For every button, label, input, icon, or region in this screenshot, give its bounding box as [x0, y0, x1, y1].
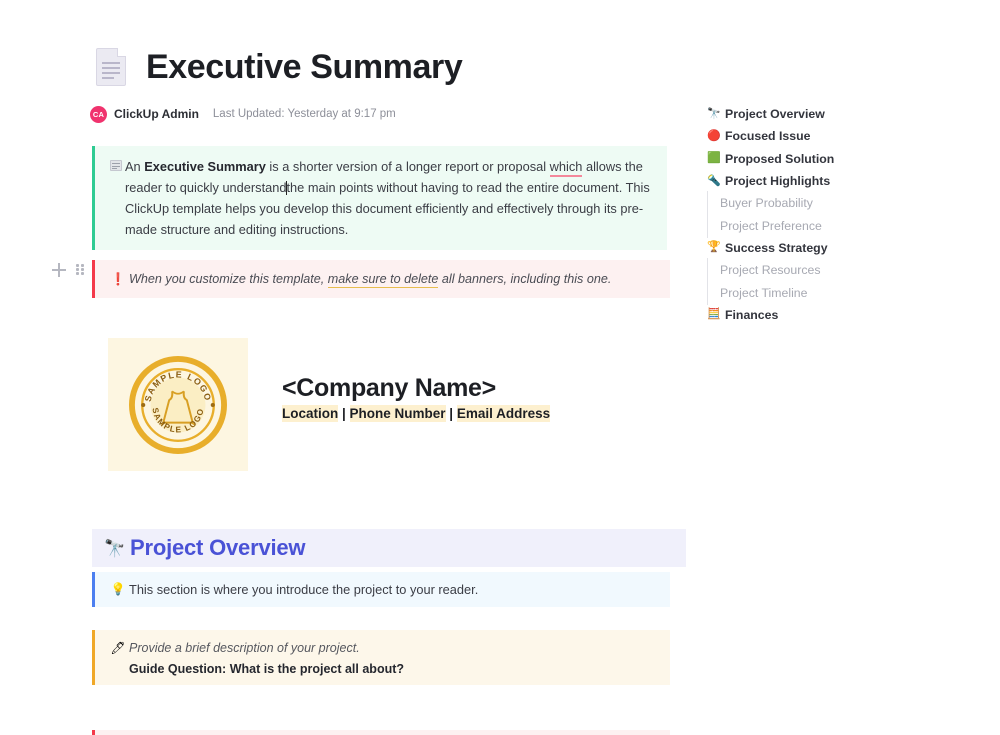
document-page-icon — [96, 48, 126, 86]
sample-logo-badge: SAMPLE LOGO SAMPLE LOGO — [129, 355, 227, 454]
toc-item-label: Buyer Probability — [720, 196, 813, 211]
document-page: Executive Summary CA ClickUp Admin Last … — [0, 0, 1000, 735]
toc-item-label: Focused Issue — [725, 129, 811, 144]
toc-item-label: Proposed Solution — [725, 151, 835, 166]
note-card-icon — [107, 156, 125, 175]
company-phone: Phone Number — [349, 404, 446, 422]
logo-image-block[interactable]: SAMPLE LOGO SAMPLE LOGO — [108, 338, 248, 471]
toc-item-project-highlights[interactable]: 🔦 Project Highlights — [707, 170, 957, 192]
toc-item-finances[interactable]: 🧮 Finances — [707, 304, 957, 326]
plus-icon[interactable] — [52, 263, 66, 277]
toc-item-label: Project Highlights — [725, 174, 831, 189]
lightbulb-icon: 💡 — [110, 582, 126, 596]
telescope-icon: 🔭 — [104, 538, 126, 558]
green-banner-text[interactable]: An Executive Summary is a shorter versio… — [125, 156, 653, 240]
toc-item-label: Finances — [725, 307, 779, 322]
exclamation-icon: ❗ — [110, 271, 126, 286]
toc-item-label: Project Overview — [725, 107, 825, 122]
green-bold-term: Executive Summary — [144, 159, 266, 174]
pink-underlined-phrase: make sure to delete — [327, 272, 439, 288]
page-title[interactable]: Executive Summary — [146, 50, 463, 84]
company-sep-2: | — [445, 405, 457, 421]
toc-item-label: Project Timeline — [720, 285, 808, 300]
byline: CA ClickUp Admin Last Updated: Yesterday… — [90, 105, 396, 123]
toc-item-label: Project Preference — [720, 218, 822, 233]
pink-text-1: When you customize this template, — [129, 272, 328, 286]
drag-handle-icon[interactable] — [76, 264, 84, 276]
block-gutter-controls — [52, 263, 84, 277]
blue-tip-banner[interactable]: 💡 This section is where you introduce th… — [92, 572, 670, 607]
pink-warning-banner[interactable]: ❗ When you customize this template, make… — [92, 260, 670, 298]
toc-item-project-resources[interactable]: Project Resources — [707, 258, 957, 283]
toc-item-label: Project Resources — [720, 263, 821, 278]
toc-item-project-timeline[interactable]: Project Timeline — [707, 280, 957, 305]
next-banner-partial[interactable] — [92, 730, 670, 735]
yellow-guide-question: Guide Question: What is the project all … — [129, 662, 405, 676]
last-updated-text: Last Updated: Yesterday at 9:17 pm — [212, 108, 396, 120]
company-sep-1: | — [338, 405, 350, 421]
toc-item-buyer-probability[interactable]: Buyer Probability — [707, 191, 957, 216]
green-text-1: An — [125, 159, 145, 174]
toc-item-success-strategy[interactable]: 🏆 Success Strategy — [707, 237, 957, 259]
green-text-2: is a shorter version of a longer report … — [265, 159, 550, 174]
trophy-icon: 🏆 — [707, 241, 721, 254]
toc-item-project-overview[interactable]: 🔭 Project Overview — [707, 103, 957, 125]
company-name[interactable]: <Company Name> — [282, 374, 682, 403]
toc-item-label: Success Strategy — [725, 240, 828, 255]
table-of-contents: 🔭 Project Overview 🔴 Focused Issue 🟩 Proposed… — [707, 103, 957, 326]
green-info-banner[interactable]: An Executive Summary is a shorter versio… — [92, 146, 667, 250]
company-contact-line[interactable]: Location | Phone Number | Email Address — [282, 404, 682, 422]
pink-banner-text[interactable]: When you customize this template, make s… — [129, 271, 656, 288]
toc-item-proposed-solution[interactable]: 🟩 Proposed Solution — [707, 148, 957, 170]
toc-item-focused-issue[interactable]: 🔴 Focused Issue — [707, 125, 957, 147]
company-info-block: <Company Name> Location | Phone Number |… — [282, 374, 682, 422]
spellcheck-underlined-word: which — [549, 159, 583, 177]
company-email: Email Address — [456, 404, 551, 422]
red-circle-icon: 🔴 — [707, 129, 721, 142]
yellow-instruction-line: Provide a brief description of your proj… — [129, 641, 360, 655]
abacus-icon: 🧮 — [707, 308, 721, 321]
section-heading-text: Project Overview — [130, 535, 306, 560]
author-name[interactable]: ClickUp Admin — [114, 107, 199, 121]
green-square-icon: 🟩 — [707, 152, 721, 165]
telescope-icon: 🔭 — [707, 107, 721, 120]
yellow-guide-banner[interactable]: 🖊 Provide a brief description of your pr… — [92, 630, 670, 685]
document-body: Executive Summary CA ClickUp Admin Last … — [0, 0, 700, 735]
toc-item-project-preference[interactable]: Project Preference — [707, 213, 957, 239]
pink-text-2: all banners, including this one. — [438, 272, 612, 286]
yellow-banner-text[interactable]: Provide a brief description of your proj… — [129, 639, 656, 679]
pen-icon: 🖊 — [110, 641, 126, 655]
company-location: Location — [282, 404, 339, 422]
flashlight-icon: 🔦 — [707, 174, 721, 187]
blue-banner-text[interactable]: This section is where you introduce the … — [129, 582, 656, 598]
avatar[interactable]: CA — [90, 105, 107, 123]
section-heading-project-overview[interactable]: 🔭 Project Overview — [92, 529, 686, 567]
title-row: Executive Summary — [96, 48, 463, 86]
